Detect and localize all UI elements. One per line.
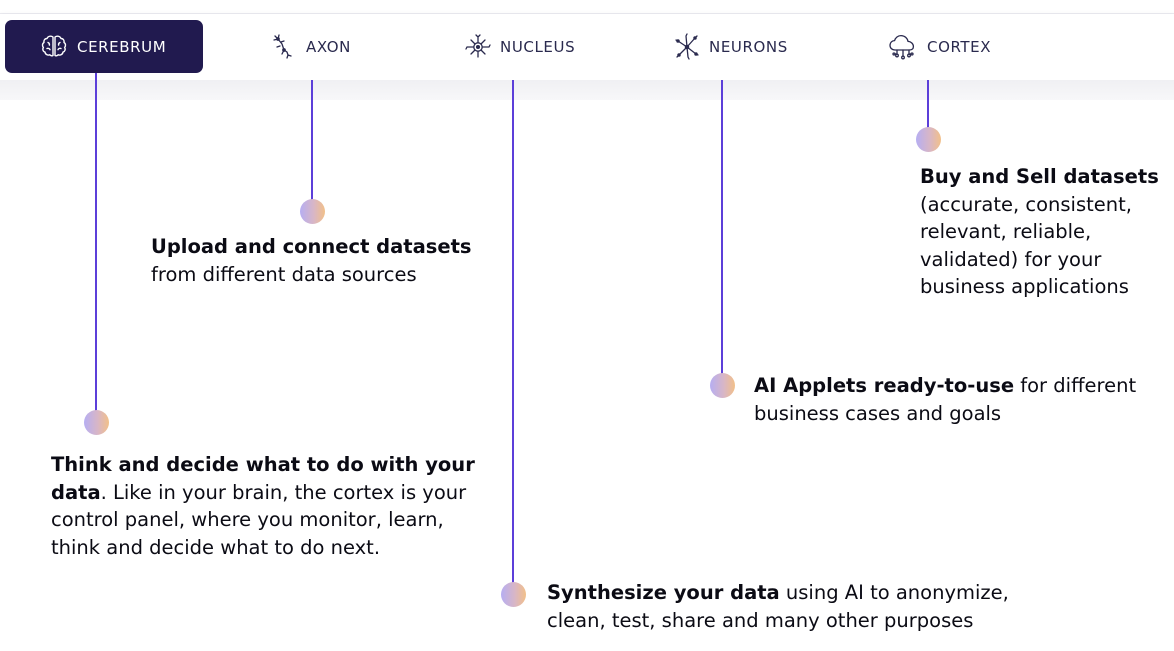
nucleus-dot: [501, 582, 526, 607]
cortex-description: Buy and Sell datasets (accurate, consist…: [920, 163, 1170, 301]
nav-shadow-band: [0, 80, 1174, 100]
axon-headline: Upload and connect datasets: [151, 235, 472, 258]
neurons-connector-line: [721, 80, 723, 385]
tab-label: CORTEX: [927, 37, 992, 56]
cloud-network-icon: [887, 31, 919, 63]
neurons-description: AI Applets ready-to-use for different bu…: [754, 372, 1154, 427]
axon-description: Upload and connect datasets from differe…: [151, 233, 511, 288]
brain-icon: [39, 32, 69, 62]
neurons-headline: AI Applets ready-to-use: [754, 374, 1015, 397]
tab-axon[interactable]: AXON: [270, 20, 351, 73]
nucleus-headline: Synthesize your data: [547, 581, 780, 604]
feature-map-page: CEREBRUM AXON NUCLEUS NEURONS CORTEX Upl…: [0, 0, 1174, 651]
cortex-text: (accurate, consistent, relevant, reliabl…: [920, 192, 1132, 299]
cerebrum-dot: [84, 410, 109, 435]
tab-label: NEURONS: [709, 37, 788, 56]
neurons-dot: [710, 373, 735, 398]
tab-cerebrum[interactable]: CEREBRUM: [5, 20, 203, 73]
tab-nucleus[interactable]: NUCLEUS: [464, 20, 575, 73]
axon-icon: [270, 32, 298, 62]
cerebrum-connector-line: [95, 73, 97, 425]
tab-neurons[interactable]: NEURONS: [673, 20, 788, 73]
nucleus-connector-line: [512, 80, 514, 596]
tab-label: CEREBRUM: [77, 37, 167, 56]
cerebrum-text: . Like in your brain, the cortex is your…: [51, 480, 467, 559]
cortex-dot: [916, 127, 941, 152]
cortex-headline: Buy and Sell datasets: [920, 165, 1159, 188]
nucleus-description: Synthesize your data using AI to anonymi…: [547, 579, 1057, 634]
tab-label: NUCLEUS: [500, 37, 576, 56]
axon-text: from different data sources: [151, 262, 417, 286]
tab-label: AXON: [306, 37, 352, 56]
axon-connector-line: [311, 80, 313, 214]
axon-dot: [300, 199, 325, 224]
tab-cortex[interactable]: CORTEX: [887, 20, 991, 73]
nucleus-icon: [464, 32, 492, 62]
neurons-network-icon: [673, 32, 701, 62]
cerebrum-description: Think and decide what to do with your da…: [51, 451, 491, 561]
